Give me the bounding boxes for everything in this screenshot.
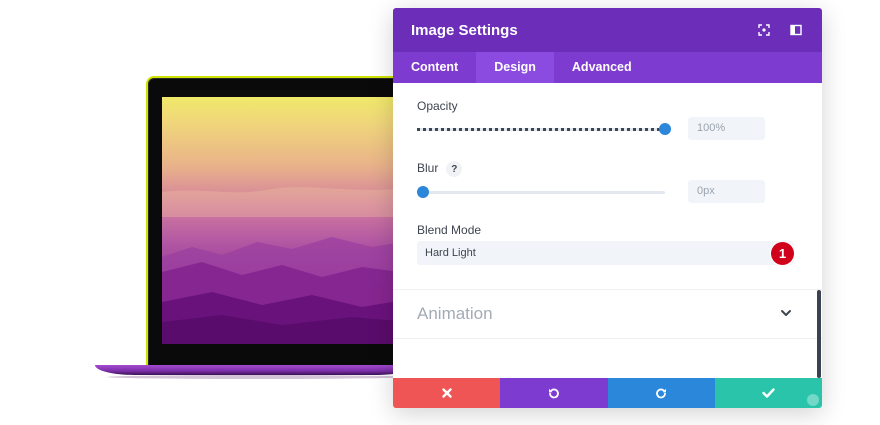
laptop-shadow bbox=[107, 375, 407, 379]
panel-header: Image Settings bbox=[393, 8, 822, 52]
panel-footer bbox=[393, 378, 822, 408]
opacity-label: Opacity bbox=[417, 99, 458, 113]
opacity-value-input[interactable]: 100% bbox=[688, 117, 765, 140]
close-icon bbox=[441, 388, 452, 398]
opacity-slider-handle[interactable] bbox=[659, 123, 671, 135]
tab-content[interactable]: Content bbox=[393, 52, 476, 83]
laptop-base bbox=[95, 365, 415, 375]
step-badge: 1 bbox=[771, 242, 794, 265]
tab-design[interactable]: Design bbox=[476, 52, 554, 83]
save-button[interactable] bbox=[714, 378, 822, 408]
chevron-down-icon bbox=[781, 310, 791, 316]
opacity-track-fill bbox=[417, 128, 665, 131]
mountain-landscape bbox=[162, 187, 422, 344]
opacity-slider[interactable] bbox=[417, 123, 671, 135]
section-divider bbox=[393, 338, 822, 339]
help-icon[interactable]: ? bbox=[446, 161, 463, 177]
settings-content: Opacity 100% Blur? 0px Blend Mode Hard L… bbox=[393, 83, 822, 378]
image-settings-panel: Image Settings Content Design Advanced O… bbox=[393, 8, 822, 408]
panel-scrollbar[interactable] bbox=[817, 290, 821, 378]
undo-button[interactable] bbox=[500, 378, 608, 408]
blur-slider[interactable] bbox=[417, 186, 665, 198]
cancel-button[interactable] bbox=[393, 378, 501, 408]
tab-advanced[interactable]: Advanced bbox=[554, 52, 650, 83]
blend-mode-select[interactable]: Hard Light bbox=[417, 241, 794, 265]
blur-slider-handle[interactable] bbox=[417, 186, 429, 198]
blur-track bbox=[417, 191, 665, 194]
blur-value-input[interactable]: 0px bbox=[688, 180, 765, 203]
header-icons bbox=[756, 22, 804, 38]
resize-handle[interactable] bbox=[807, 394, 819, 406]
laptop-illustration bbox=[95, 76, 426, 381]
blur-label-text: Blur bbox=[417, 161, 439, 176]
animation-title: Animation bbox=[417, 304, 493, 323]
blend-mode-label: Blend Mode bbox=[417, 223, 482, 237]
panel-title: Image Settings bbox=[411, 21, 518, 39]
redo-icon bbox=[656, 388, 667, 399]
redo-button[interactable] bbox=[607, 378, 715, 408]
settings-tabs: Content Design Advanced bbox=[393, 52, 822, 83]
check-icon bbox=[762, 388, 775, 398]
sidebar-icon[interactable] bbox=[788, 22, 804, 38]
focus-icon[interactable] bbox=[756, 22, 772, 38]
undo-icon bbox=[548, 388, 559, 399]
animation-section-toggle[interactable]: Animation bbox=[393, 290, 822, 338]
laptop-screen-image bbox=[162, 97, 422, 344]
blur-label: Blur? bbox=[417, 161, 463, 177]
